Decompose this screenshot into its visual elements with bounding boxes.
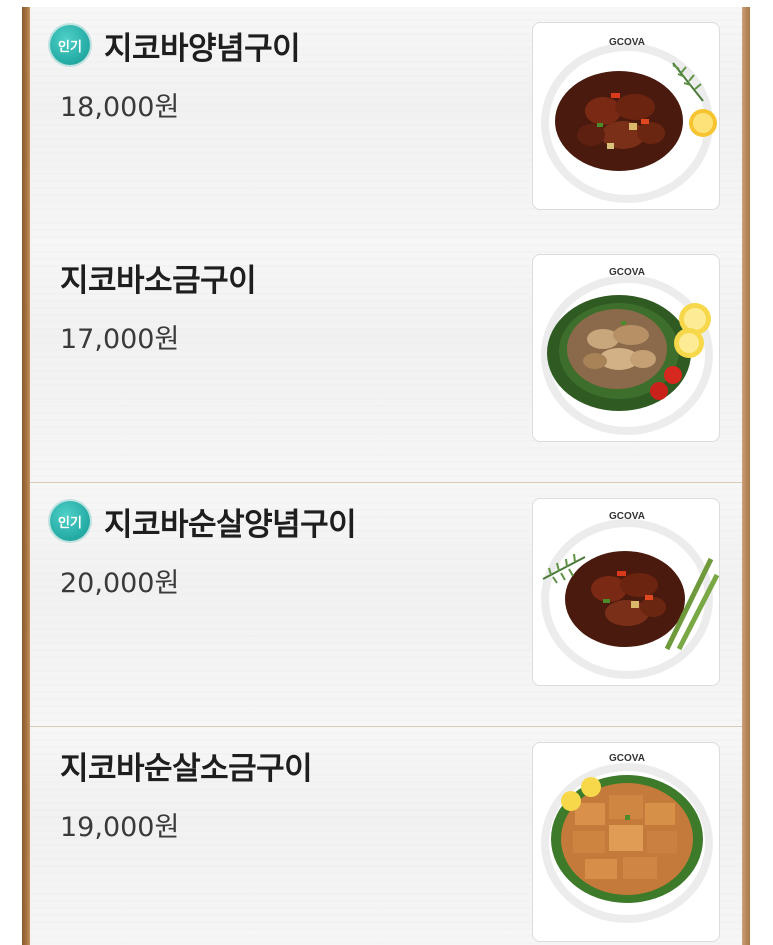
menu-item-photo[interactable]: GCOVA [532,742,720,942]
menu-item-photo[interactable]: GCOVA [532,498,720,686]
menu-item-price: 19,000원 [60,812,180,843]
menu-item-name: 지코바양념구이 [104,30,301,67]
brand-label: GCOVA [609,37,645,48]
menu-item-name-row: 지코바소금구이 [60,257,257,299]
yangnyeom-chicken-icon: GCOVA [541,37,717,203]
brand-label: GCOVA [609,267,645,278]
brand-label: GCOVA [609,511,645,522]
menu-item[interactable]: 인기 지코바양념구이 18,000원 GCOVA [30,7,742,251]
menu-item-name-row: 인기 지코바양념구이 [50,25,301,67]
brand-label: GCOVA [609,753,645,764]
salt-chicken-icon: GCOVA [541,267,713,435]
boneless-salt-chicken-icon: GCOVA [541,753,713,923]
menu-item-name: 지코바소금구이 [60,262,257,299]
menu-item-photo[interactable]: GCOVA [532,22,720,210]
boneless-yangnyeom-chicken-icon: GCOVA [541,511,719,679]
left-rail [22,7,30,945]
menu-item-name-row: 인기 지코바순살양념구이 [50,501,357,543]
menu-item-price: 20,000원 [60,568,180,599]
menu-list: 인기 지코바양념구이 18,000원 GCOVA 지코바소금구이 17,000원… [30,7,742,945]
popular-badge: 인기 [50,501,90,541]
menu-item-photo[interactable]: GCOVA [532,254,720,442]
menu-item[interactable]: 인기 지코바순살양념구이 20,000원 GCOVA [30,483,742,727]
menu-screen: 인기 지코바양념구이 18,000원 GCOVA 지코바소금구이 17,000원… [0,0,773,945]
menu-item-name: 지코바순살양념구이 [104,506,357,543]
right-rail [742,7,750,945]
menu-item-price: 18,000원 [60,92,180,123]
menu-item[interactable]: 지코바순살소금구이 19,000원 GCOVA [30,727,742,945]
popular-badge: 인기 [50,25,90,65]
menu-item-name-row: 지코바순살소금구이 [60,745,313,787]
menu-item-price: 17,000원 [60,324,180,355]
menu-item-name: 지코바순살소금구이 [60,750,313,787]
menu-item[interactable]: 지코바소금구이 17,000원 GCOVA [30,239,742,483]
